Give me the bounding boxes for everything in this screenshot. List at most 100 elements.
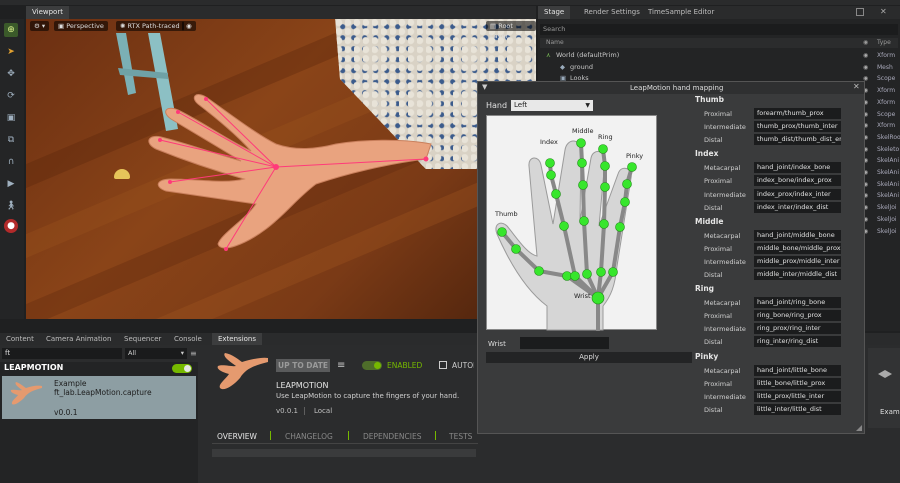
- mapping-group-title: Thumb: [695, 95, 724, 104]
- close-icon[interactable]: ✕: [880, 7, 887, 16]
- tab-overview[interactable]: OVERVIEW: [217, 432, 257, 441]
- play-icon[interactable]: ▶: [4, 177, 18, 191]
- mapping-row-label: Proximal: [704, 379, 732, 388]
- mapping-row-label: Proximal: [704, 244, 732, 253]
- mapping-row-label: Distal: [704, 136, 723, 145]
- mapping-row-label: Metacarpal: [704, 366, 741, 375]
- mapping-field[interactable]: thumb_prox/thumb_inter: [754, 121, 841, 133]
- hand-select[interactable]: Left ▼: [511, 100, 593, 111]
- extension-filter-select[interactable]: All ▾: [125, 348, 187, 359]
- tab-stage[interactable]: Stage: [538, 6, 571, 19]
- extension-search-input[interactable]: ft: [2, 348, 122, 359]
- visibility-eye-icon[interactable]: ◉: [863, 62, 868, 73]
- layer-select[interactable]: ▤ Root Layer: [486, 21, 536, 40]
- camera-select[interactable]: ▣ Perspective: [54, 21, 108, 31]
- mapping-row-label: Distal: [704, 271, 723, 279]
- mapping-field[interactable]: index_inter/index_dist: [754, 201, 841, 213]
- menu-icon[interactable]: ≡: [337, 359, 345, 372]
- render-mode-select[interactable]: ✺ RTX Path-traced: [116, 21, 184, 31]
- menu-icon[interactable]: ≡: [190, 348, 198, 359]
- close-icon[interactable]: ✕: [853, 82, 860, 91]
- camera-label: Perspective: [66, 22, 104, 30]
- chevron-down-icon: ▾: [180, 349, 184, 357]
- mapping-field[interactable]: index_bone/index_prox: [754, 175, 841, 187]
- extension-item-title: Example: [54, 379, 87, 388]
- mapping-field[interactable]: middle_inter/middle_dist: [754, 269, 841, 280]
- mapping-field[interactable]: hand_joint/ring_bone: [754, 297, 841, 309]
- leapmotion-dialog: ▼ LeapMotion hand mapping ✕ Hand Left ▼: [477, 81, 865, 434]
- divider: [435, 431, 436, 440]
- viewport-render[interactable]: ⚙ ▾ ▣ Perspective ✺ RTX Path-traced ◉ ▤ …: [26, 19, 536, 319]
- thumb-label: Thumb: [495, 210, 518, 218]
- mapping-field[interactable]: little_prox/little_inter: [754, 390, 841, 402]
- enabled-toggle[interactable]: [362, 361, 382, 370]
- magnet-icon[interactable]: ∩: [4, 155, 18, 169]
- mapping-field[interactable]: index_prox/index_inter: [754, 188, 841, 200]
- stage-tree-row[interactable]: ⋏ World (defaultPrim) ◉ Xform: [540, 50, 898, 61]
- move-icon[interactable]: ✥: [4, 67, 18, 81]
- tab-tests[interactable]: TESTS: [449, 432, 472, 441]
- light-gizmo-icon[interactable]: [114, 169, 130, 179]
- rotate-icon[interactable]: ⟳: [4, 89, 18, 103]
- mapping-field[interactable]: thumb_dist/thumb_dist_end: [754, 134, 841, 146]
- mapping-field[interactable]: hand_joint/little_bone: [754, 364, 841, 376]
- pointer-icon[interactable]: ➤: [4, 45, 18, 59]
- dialog-title: LeapMotion hand mapping: [630, 84, 724, 92]
- stage-row-type: SkelAni: [877, 169, 900, 176]
- mapping-row-label: Metacarpal: [704, 164, 741, 173]
- extension-list-item[interactable]: Example ft_lab.LeapMotion.capture v0.0.1: [2, 376, 196, 419]
- mapping-group-title: Pinky: [695, 351, 719, 361]
- record-icon[interactable]: ●: [4, 219, 18, 233]
- extension-detail-version: v0.0.1: [276, 407, 298, 415]
- extension-card-label: Examp: [880, 408, 900, 416]
- up-to-date-button[interactable]: UP TO DATE: [276, 359, 330, 372]
- hand-label: Hand: [486, 101, 508, 110]
- stage-row-type: SkelAni: [877, 180, 900, 188]
- mapping-field[interactable]: middle_prox/middle_inter: [754, 255, 841, 267]
- tab-render-settings[interactable]: Render Settings: [578, 6, 646, 19]
- resize-grip-icon[interactable]: [856, 425, 862, 431]
- tab-viewport[interactable]: Viewport: [26, 6, 69, 19]
- mapping-field[interactable]: ring_inter/ring_dist: [754, 336, 841, 348]
- scale-icon[interactable]: ▣: [4, 111, 18, 125]
- mapping-field[interactable]: middle_bone/middle_prox: [754, 242, 841, 254]
- stage-row-type: SkelAni: [877, 157, 900, 165]
- stage-tree-row[interactable]: ◆ ground ◉ Mesh: [540, 62, 898, 73]
- separator: |: [303, 406, 306, 415]
- extension-detail-name: LEAPMOTION: [276, 381, 329, 390]
- gear-icon[interactable]: ⚙ ▾: [30, 21, 50, 31]
- extension-toggle[interactable]: [172, 364, 192, 373]
- extension-card[interactable]: Examp: [868, 348, 900, 428]
- eye-icon[interactable]: ◉: [182, 21, 196, 31]
- stage-row-type: SkelJoi: [877, 215, 897, 223]
- tab-changelog[interactable]: CHANGELOG: [285, 432, 333, 441]
- stage-search-input[interactable]: Search: [540, 24, 898, 35]
- tab-dependencies[interactable]: DEPENDENCIES: [363, 432, 421, 441]
- visibility-eye-icon[interactable]: ◉: [863, 50, 868, 61]
- person-icon[interactable]: 🚶︎: [4, 199, 18, 213]
- collapse-icon[interactable]: ▼: [482, 83, 487, 91]
- wrist-field[interactable]: [520, 337, 609, 349]
- select-icon[interactable]: ⊕: [4, 23, 18, 37]
- mapping-row-label: Proximal: [704, 110, 732, 118]
- mapping-row-label: Metacarpal: [704, 231, 741, 240]
- mapping-group-title: Ring: [695, 284, 715, 294]
- tab-timesample-editor[interactable]: TimeSample Editor: [642, 6, 720, 19]
- autoload-checkbox[interactable]: [439, 361, 447, 369]
- hand-model: [148, 94, 432, 251]
- mapping-field[interactable]: ring_prox/ring_inter: [754, 323, 841, 335]
- mapping-field[interactable]: ring_bone/ring_prox: [754, 310, 841, 322]
- mapping-row-label: Distal: [704, 203, 723, 212]
- mapping-row-label: Proximal: [704, 177, 732, 186]
- apply-button[interactable]: Apply: [486, 352, 692, 363]
- snap-icon[interactable]: ⧉: [4, 133, 18, 147]
- mapping-field[interactable]: forearm/thumb_prox: [754, 108, 841, 119]
- stage-row-type: Xform: [877, 122, 896, 130]
- mapping-field[interactable]: hand_joint/middle_bone: [754, 229, 841, 241]
- filter-icon[interactable]: [856, 8, 864, 16]
- mapping-field[interactable]: hand_joint/index_bone: [754, 162, 841, 174]
- mapping-field[interactable]: little_inter/little_dist: [754, 403, 841, 415]
- extension-item-id: ft_lab.LeapMotion.capture: [54, 388, 152, 397]
- xform-icon: ⋏: [546, 51, 551, 59]
- mapping-field[interactable]: little_bone/little_prox: [754, 377, 841, 389]
